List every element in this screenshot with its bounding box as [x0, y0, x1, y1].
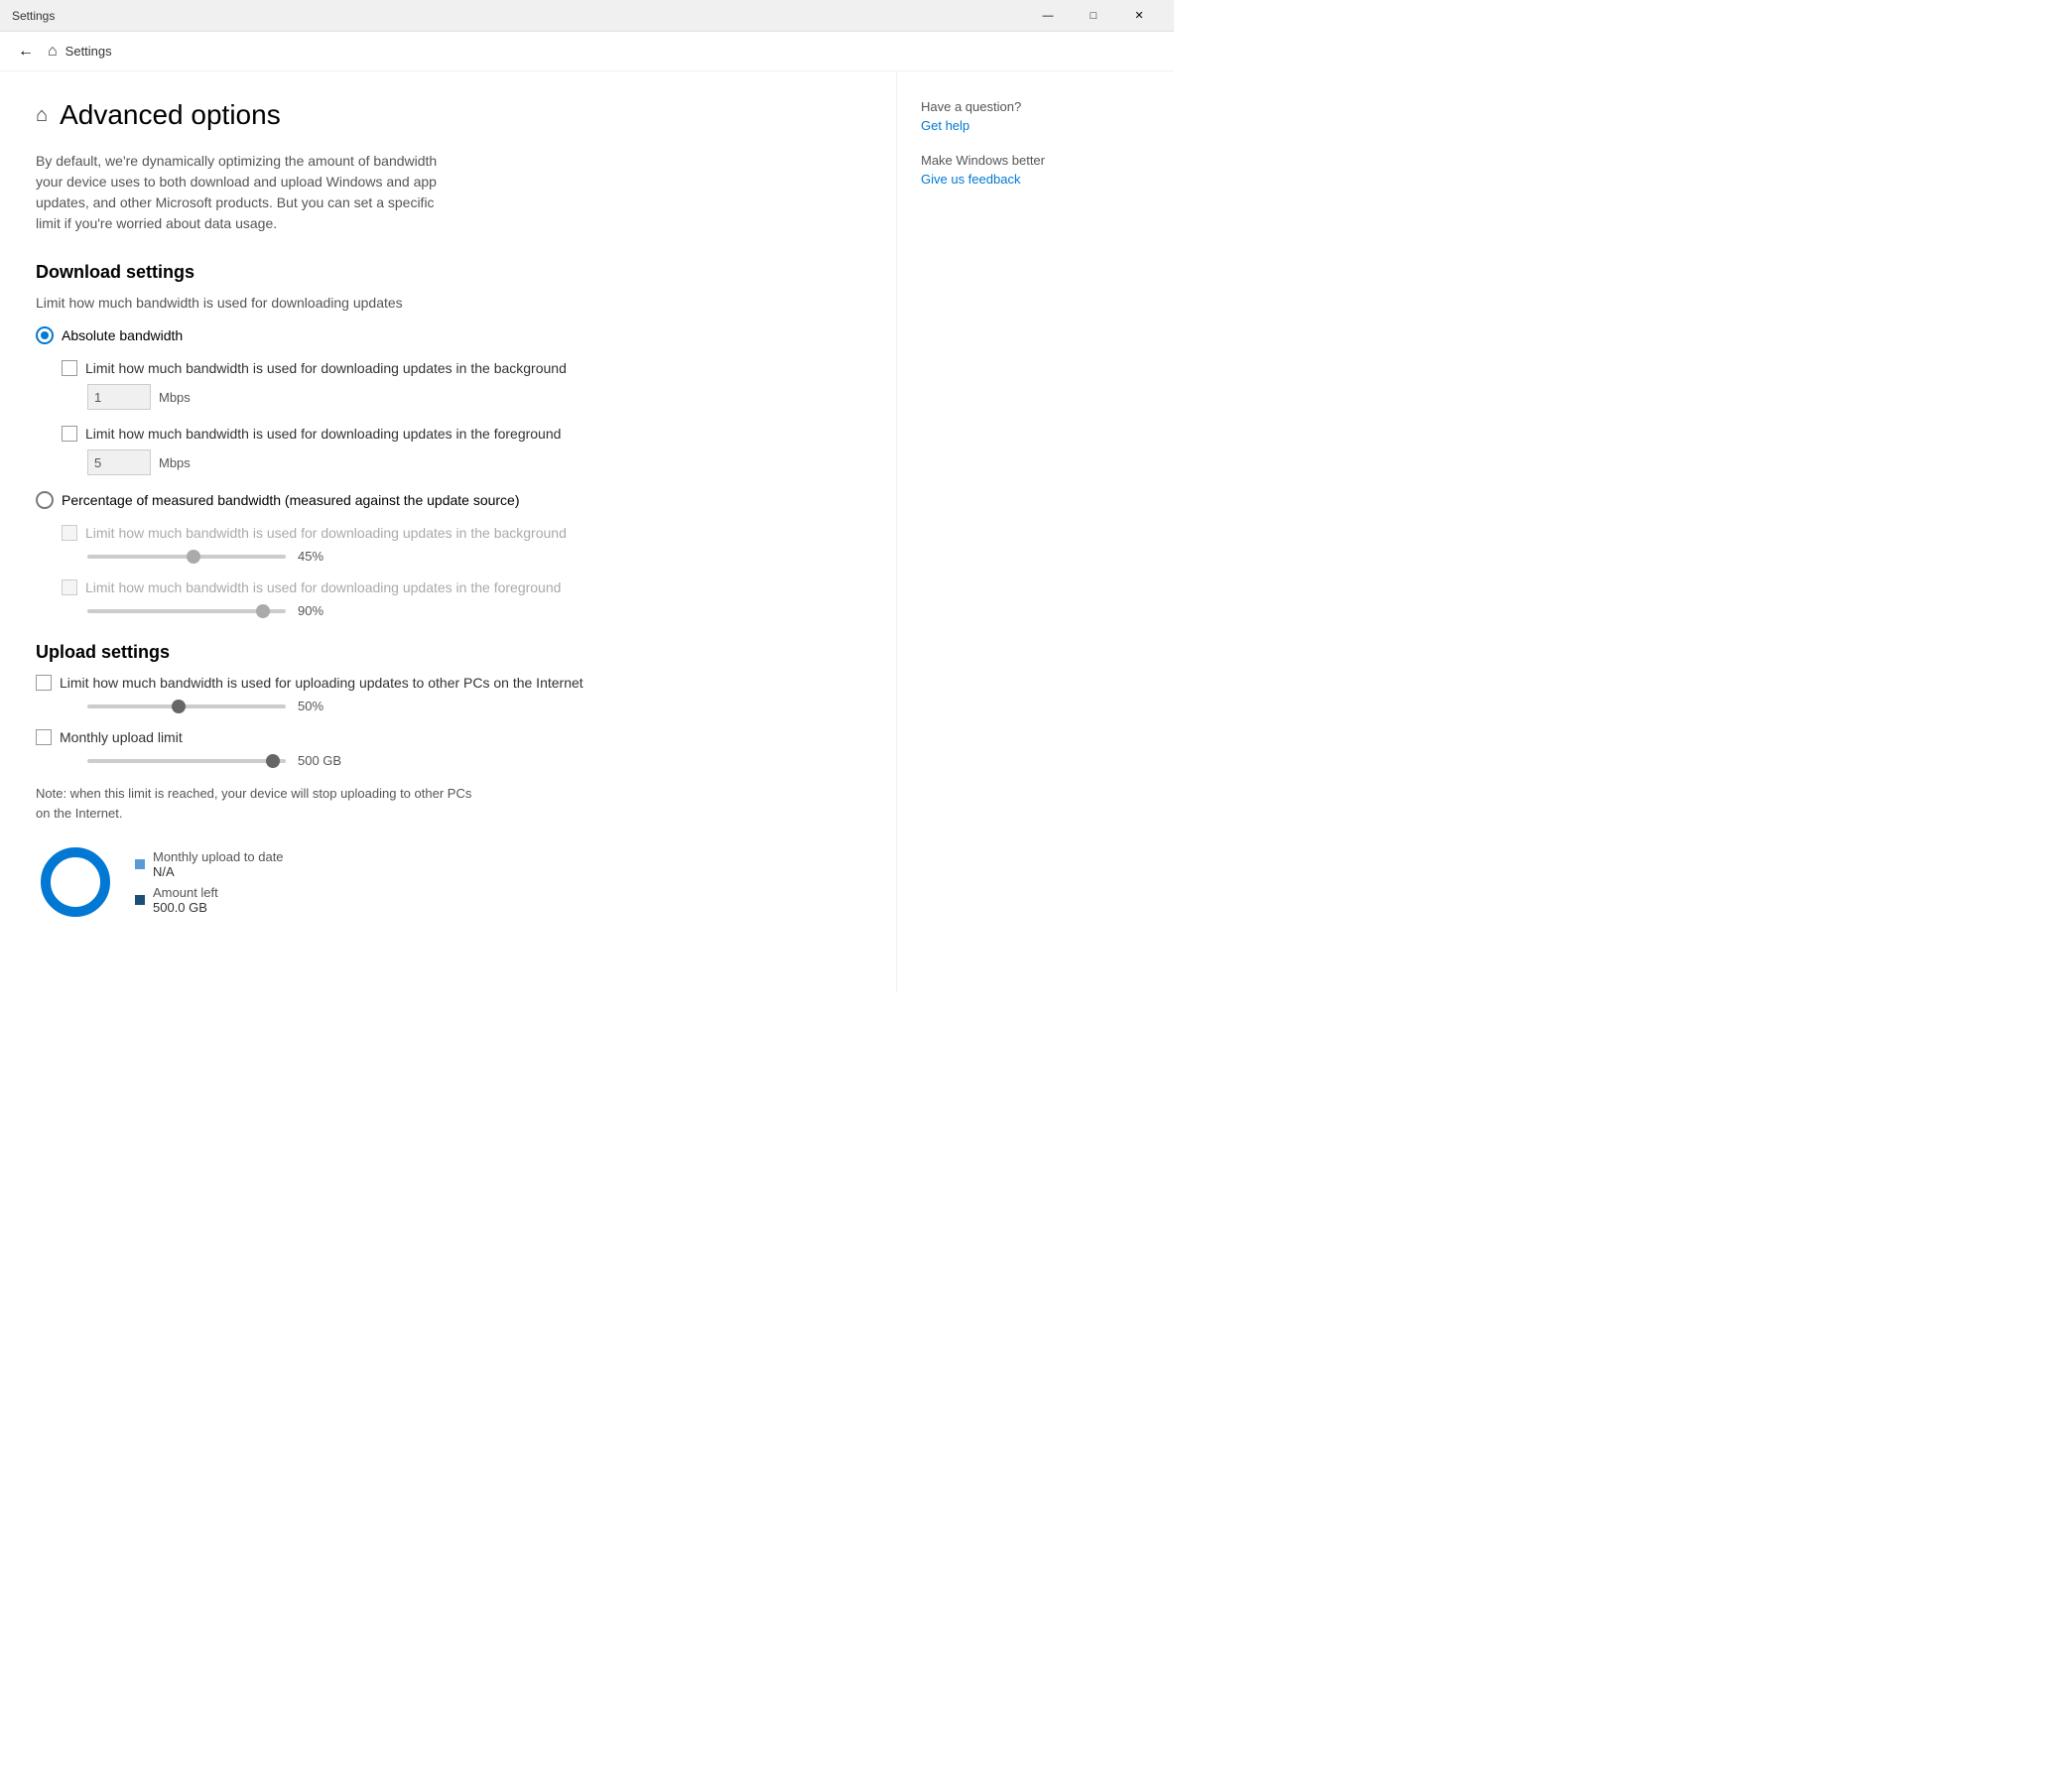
back-button[interactable]: ←: [12, 38, 40, 65]
upload-value: 50%: [298, 699, 323, 713]
legend-amount-label: Amount left: [153, 885, 218, 900]
pct-background-slider-row: 45%: [87, 549, 860, 564]
feedback-link[interactable]: Give us feedback: [921, 172, 1150, 187]
minimize-button[interactable]: —: [1025, 0, 1071, 32]
monthly-slider-area: 500 GB: [87, 753, 860, 768]
donut-chart: [36, 842, 115, 922]
pct-checkbox-background-box[interactable]: [62, 525, 77, 541]
foreground-unit: Mbps: [159, 455, 191, 470]
checkbox-background-label: Limit how much bandwidth is used for dow…: [85, 360, 567, 376]
checkbox-monthly-box[interactable]: [36, 729, 52, 745]
pct-background-value: 45%: [298, 549, 323, 564]
pct-checkbox-foreground[interactable]: Limit how much bandwidth is used for dow…: [62, 579, 860, 595]
upload-note: Note: when this limit is reached, your d…: [36, 784, 472, 823]
checkbox-monthly-label: Monthly upload limit: [60, 729, 183, 745]
home-icon[interactable]: ⌂: [36, 104, 48, 127]
donut-area: Monthly upload to date N/A Amount left 5…: [36, 842, 860, 922]
upload-slider-row: 50%: [87, 699, 860, 713]
pct-checkbox-background-label: Limit how much bandwidth is used for dow…: [85, 525, 567, 541]
upload-slider-track[interactable]: [87, 704, 286, 708]
upload-slider-area: 50%: [87, 699, 860, 713]
pct-foreground-value: 90%: [298, 603, 323, 618]
checkbox-background-box[interactable]: [62, 360, 77, 376]
upload-slider-thumb[interactable]: [172, 700, 186, 713]
checkbox-upload[interactable]: Limit how much bandwidth is used for upl…: [36, 675, 860, 691]
background-unit: Mbps: [159, 390, 191, 405]
legend-monthly-value: N/A: [153, 864, 284, 879]
radio-absolute-circle: [36, 326, 54, 344]
pct-background-slider-thumb[interactable]: [187, 550, 200, 564]
legend-amount: Amount left 500.0 GB: [135, 885, 284, 915]
legend-amount-dot: [135, 895, 145, 905]
background-value-input[interactable]: [87, 384, 151, 410]
download-label: Limit how much bandwidth is used for dow…: [36, 295, 860, 311]
pct-checkbox-foreground-box[interactable]: [62, 579, 77, 595]
pct-checkbox-background[interactable]: Limit how much bandwidth is used for dow…: [62, 525, 860, 541]
radio-absolute-label: Absolute bandwidth: [62, 327, 183, 343]
close-button[interactable]: ✕: [1116, 0, 1162, 32]
pct-background-slider-area: 45%: [87, 549, 860, 564]
checkbox-foreground-label: Limit how much bandwidth is used for dow…: [85, 426, 561, 442]
checkbox-foreground-box[interactable]: [62, 426, 77, 442]
upload-heading: Upload settings: [36, 642, 860, 663]
titlebar: Settings — □ ✕: [0, 0, 1174, 32]
sidebar: Have a question? Get help Make Windows b…: [896, 71, 1174, 992]
titlebar-title: Settings: [12, 9, 1025, 23]
monthly-slider-track[interactable]: [87, 759, 286, 763]
upload-settings-section: Upload settings Limit how much bandwidth…: [36, 642, 860, 922]
pct-foreground-slider-area: 90%: [87, 603, 860, 618]
legend-monthly-text: Monthly upload to date N/A: [153, 849, 284, 879]
legend-monthly-label: Monthly upload to date: [153, 849, 284, 864]
foreground-input-row: Mbps: [87, 449, 860, 475]
checkbox-background[interactable]: Limit how much bandwidth is used for dow…: [62, 360, 860, 376]
content-area: ⌂ Advanced options By default, we're dyn…: [0, 71, 896, 992]
sidebar-question: Have a question?: [921, 99, 1150, 114]
checkbox-upload-box[interactable]: [36, 675, 52, 691]
checkbox-upload-label: Limit how much bandwidth is used for upl…: [60, 675, 583, 691]
legend-monthly: Monthly upload to date N/A: [135, 849, 284, 879]
navbar: ← ⌂ Settings: [0, 32, 1174, 71]
pct-checkbox-foreground-label: Limit how much bandwidth is used for dow…: [85, 579, 561, 595]
pct-foreground-slider-track[interactable]: [87, 609, 286, 613]
monthly-slider-thumb[interactable]: [266, 754, 280, 768]
radio-percentage[interactable]: Percentage of measured bandwidth (measur…: [36, 491, 860, 509]
sidebar-make-better: Make Windows better: [921, 153, 1150, 168]
radio-percentage-circle: [36, 491, 54, 509]
download-heading: Download settings: [36, 262, 860, 283]
checkbox-monthly[interactable]: Monthly upload limit: [36, 729, 860, 745]
radio-percentage-label: Percentage of measured bandwidth (measur…: [62, 492, 520, 508]
page-description: By default, we're dynamically optimizing…: [36, 151, 462, 234]
page-title: Advanced options: [60, 99, 281, 131]
get-help-link[interactable]: Get help: [921, 118, 1150, 133]
radio-absolute[interactable]: Absolute bandwidth: [36, 326, 860, 344]
pct-background-slider-track[interactable]: [87, 555, 286, 559]
pct-foreground-slider-thumb[interactable]: [256, 604, 270, 618]
legend-items: Monthly upload to date N/A Amount left 5…: [135, 849, 284, 915]
foreground-value-input[interactable]: [87, 449, 151, 475]
pct-foreground-slider-row: 90%: [87, 603, 860, 618]
background-input-row: Mbps: [87, 384, 860, 410]
home-nav-icon[interactable]: ⌂: [48, 43, 58, 61]
legend-monthly-dot: [135, 859, 145, 869]
page-title-row: ⌂ Advanced options: [36, 99, 860, 131]
monthly-slider-row: 500 GB: [87, 753, 860, 768]
legend-amount-value: 500.0 GB: [153, 900, 218, 915]
titlebar-controls: — □ ✕: [1025, 0, 1162, 32]
maximize-button[interactable]: □: [1071, 0, 1116, 32]
monthly-value: 500 GB: [298, 753, 341, 768]
checkbox-foreground[interactable]: Limit how much bandwidth is used for dow…: [62, 426, 860, 442]
legend-amount-text: Amount left 500.0 GB: [153, 885, 218, 915]
download-settings-section: Download settings Limit how much bandwid…: [36, 262, 860, 618]
main-layout: ⌂ Advanced options By default, we're dyn…: [0, 71, 1174, 992]
navbar-title: Settings: [65, 44, 112, 59]
